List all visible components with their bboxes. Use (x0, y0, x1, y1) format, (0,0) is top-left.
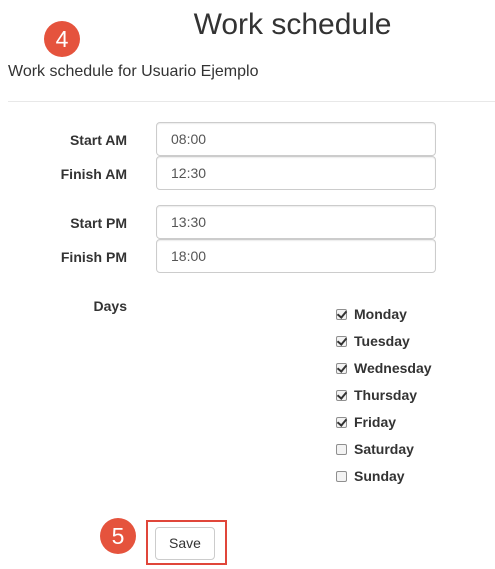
page-subtitle: Work schedule for Usuario Ejemplo (8, 63, 259, 80)
step-badge-5: 5 (100, 518, 136, 554)
day-sunday[interactable]: Sunday (336, 466, 405, 486)
day-tuesday[interactable]: Tuesday (336, 331, 410, 351)
finish-pm-input[interactable] (156, 239, 436, 273)
days-label: Days (93, 298, 127, 314)
start-am-label: Start AM (69, 132, 127, 148)
day-label: Saturday (354, 441, 414, 457)
start-pm-label: Start PM (70, 215, 127, 231)
divider (8, 101, 495, 102)
saturday-checkbox[interactable] (336, 443, 347, 455)
wednesday-checkbox[interactable] (336, 362, 347, 374)
day-thursday[interactable]: Thursday (336, 385, 417, 405)
day-label: Thursday (354, 387, 418, 403)
day-friday[interactable]: Friday (336, 412, 396, 432)
finish-pm-label: Finish PM (60, 249, 127, 265)
day-monday[interactable]: Monday (336, 304, 407, 324)
day-label: Wednesday (354, 360, 432, 376)
thursday-checkbox[interactable] (336, 389, 347, 401)
step-badge-4: 4 (44, 21, 80, 57)
start-pm-input[interactable] (156, 205, 436, 239)
day-label: Friday (354, 414, 397, 430)
day-label: Sunday (354, 468, 405, 484)
sunday-checkbox[interactable] (336, 470, 347, 482)
save-button[interactable]: Save (155, 527, 215, 560)
friday-checkbox[interactable] (336, 416, 347, 428)
day-wednesday[interactable]: Wednesday (336, 358, 432, 378)
start-am-input[interactable] (156, 122, 436, 156)
finish-am-label: Finish AM (60, 166, 127, 182)
day-label: Tuesday (354, 333, 410, 349)
day-saturday[interactable]: Saturday (336, 439, 414, 459)
finish-am-input[interactable] (156, 156, 436, 190)
monday-checkbox[interactable] (336, 308, 347, 320)
tuesday-checkbox[interactable] (336, 335, 347, 347)
day-label: Monday (354, 306, 407, 322)
